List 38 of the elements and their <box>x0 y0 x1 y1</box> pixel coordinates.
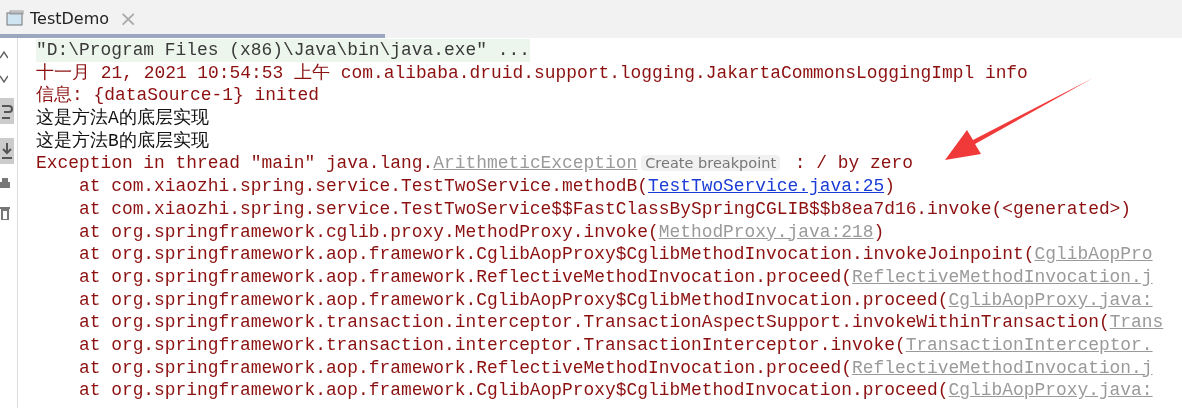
tab-title: TestDemo <box>30 8 110 28</box>
window-icon <box>6 10 24 26</box>
create-breakpoint-hint[interactable]: Create breakpoint <box>641 155 781 172</box>
trash-icon[interactable] <box>0 206 10 220</box>
console-text: at org.springframework.transaction.interceptor.TransactionAspectSupport.invokeWithinTransaction( <box>77 312 1110 333</box>
console-text: at org.springframework.cglib.proxy.MethodProxy.invoke( <box>77 221 659 242</box>
wrap-icon[interactable] <box>0 98 14 124</box>
console-text: 这是方法A的底层实现 <box>36 108 209 129</box>
console-text: 十一月 21, 2021 10:54:53 上午 com.alibaba.druid.support.logging.JakartaCommonsLoggingImpl info <box>36 62 1028 83</box>
console-text: at org.springframework.aop.framework.ReflectiveMethodInvocation.proceed( <box>77 357 852 378</box>
source-link[interactable]: ArithmeticException <box>433 153 638 174</box>
source-link[interactable]: TestTwoService.java:25 <box>647 176 885 197</box>
console-text: 信息: {dataSource-1} inited <box>36 85 319 106</box>
source-link[interactable]: MethodProxy.java:218 <box>658 221 874 242</box>
source-link[interactable]: TransactionInterceptor. <box>905 334 1153 355</box>
console-text: : / by zero <box>793 153 913 174</box>
arrow-down-icon[interactable] <box>0 74 8 84</box>
console-text: ) <box>873 221 885 242</box>
console-text: ) <box>884 176 895 197</box>
console-text: at org.springframework.aop.framework.CglibAopProxy$CglibMethodInvocation.invokeJoinpoint( <box>77 244 1035 265</box>
source-link[interactable]: CglibAopProxy.java: <box>948 380 1153 401</box>
source-link[interactable]: CglibAopProxy.java: <box>948 289 1153 310</box>
source-link[interactable]: ReflectiveMethodInvocation.j <box>851 266 1153 287</box>
console-text: at com.xiaozhi.spring.service.TestTwoService$$FastClassBySpringCGLIB$$b8ea7d16.invoke(<generated>) <box>77 198 1132 219</box>
console-text: at org.springframework.transaction.interceptor.TransactionInterceptor.invoke( <box>77 334 906 355</box>
console-text: at org.springframework.aop.framework.CglibAopProxy$CglibMethodInvocation.proceed( <box>77 289 949 310</box>
console-text: at com.xiaozhi.spring.service.TestTwoService.methodB( <box>77 176 648 197</box>
console-text: Exception in thread "main" java.lang. <box>36 153 434 174</box>
console-text: at org.springframework.aop.framework.CglibAopProxy$CglibMethodInvocation.proceed( <box>77 380 949 401</box>
console-text: "D:\Program Files (x86)\Java\bin\java.exe" ... <box>36 40 530 60</box>
console-text: 这是方法B的底层实现 <box>36 130 209 151</box>
arrow-up-icon[interactable] <box>0 50 8 60</box>
source-link[interactable]: CglibAopPro <box>1034 244 1153 265</box>
scroll-end-icon[interactable] <box>0 138 14 164</box>
console-text: at org.springframework.aop.framework.ReflectiveMethodInvocation.proceed( <box>77 266 852 287</box>
source-link[interactable]: Trans <box>1109 312 1164 333</box>
source-link[interactable]: ReflectiveMethodInvocation.j <box>851 357 1153 378</box>
close-icon[interactable]: × <box>119 5 138 31</box>
